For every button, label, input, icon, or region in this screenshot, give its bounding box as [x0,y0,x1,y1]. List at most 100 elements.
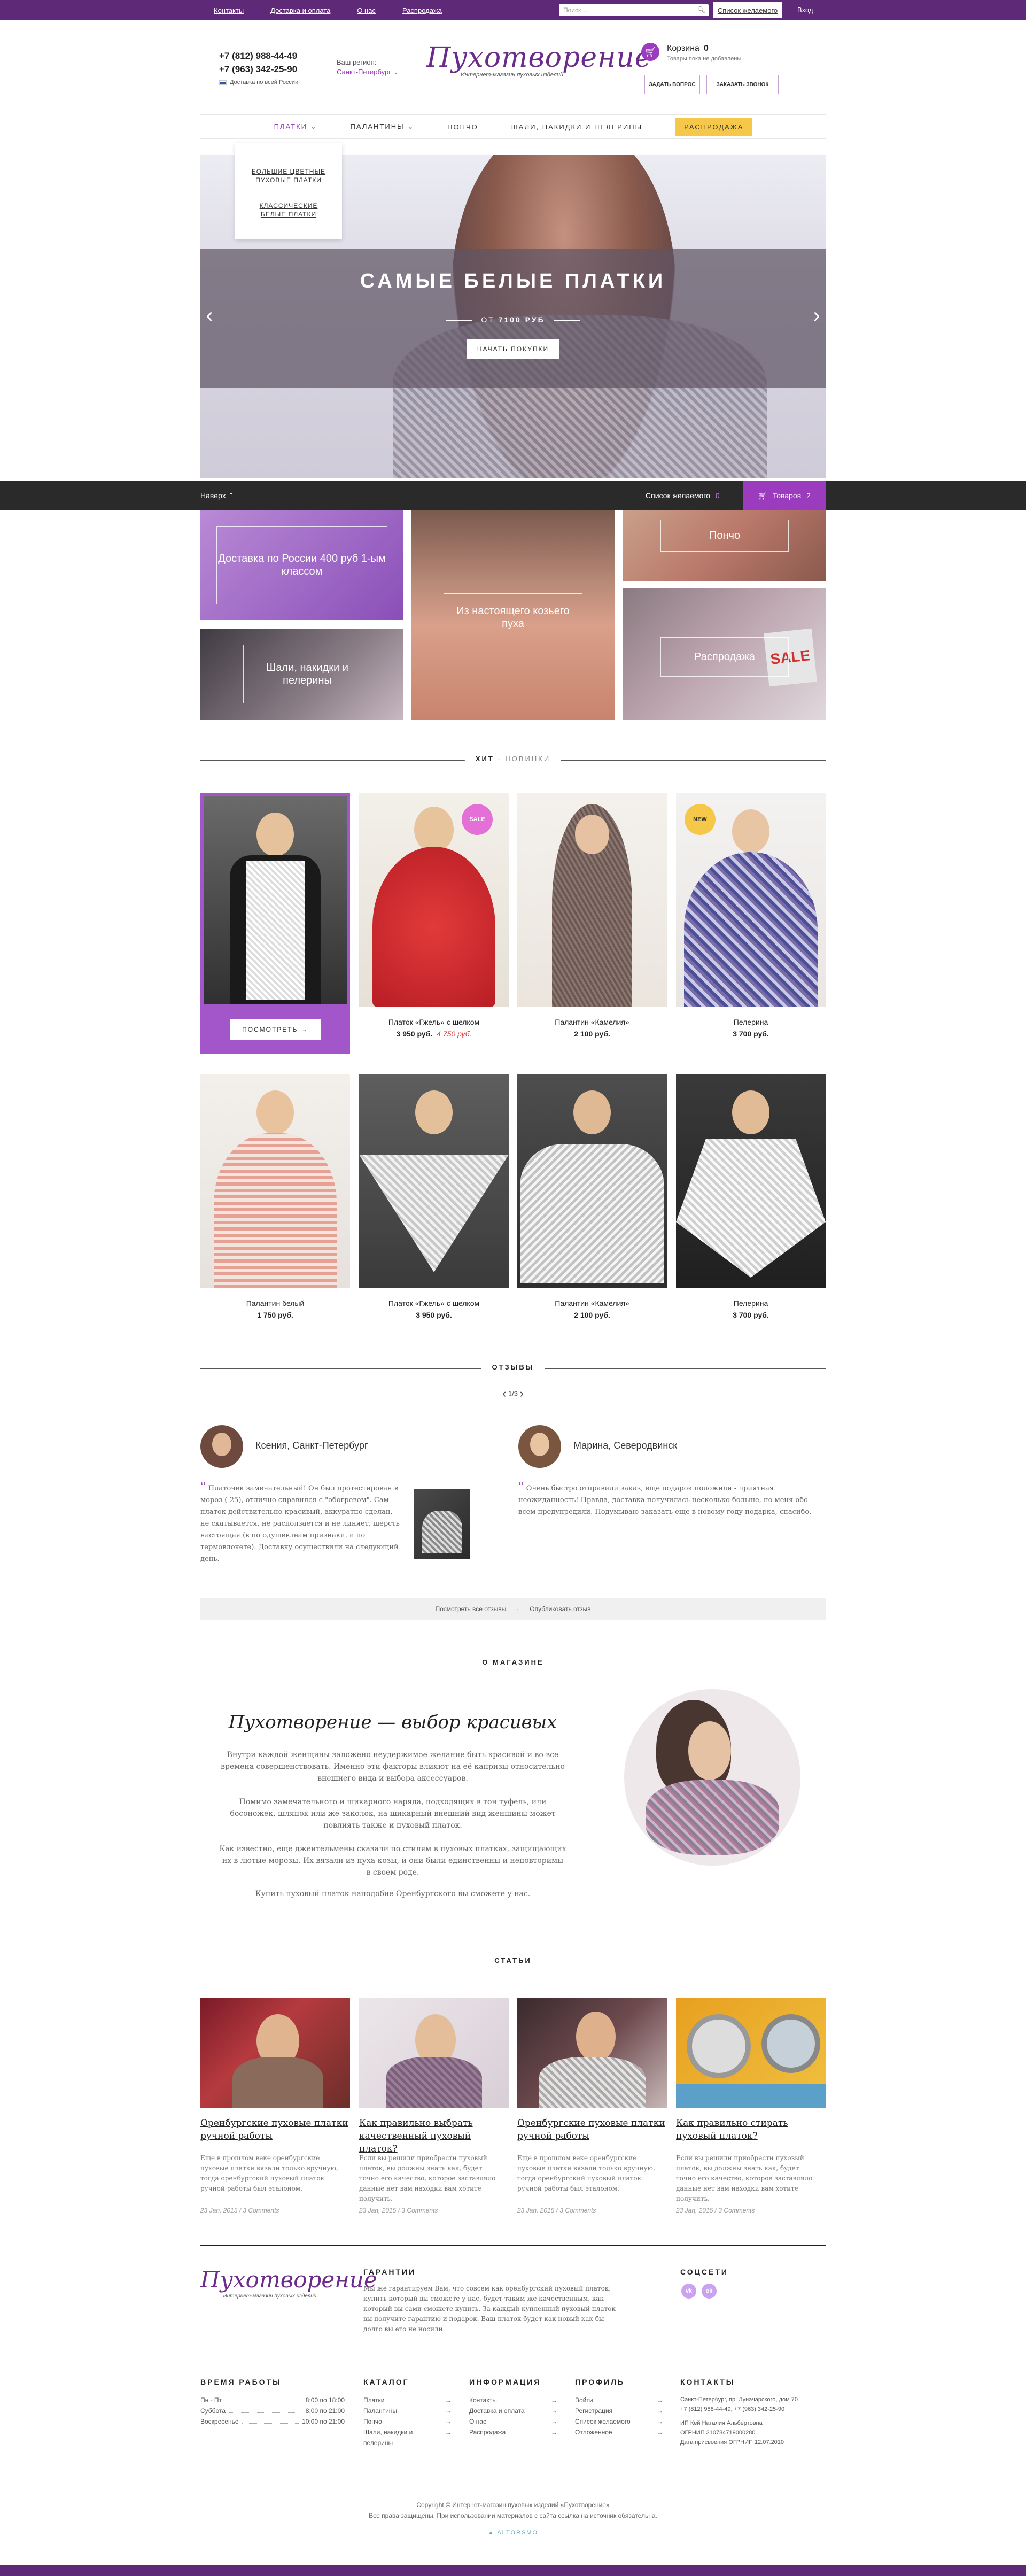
login-link[interactable]: Вход [797,0,813,20]
developer-logo[interactable]: ▲ ALTORSMO [0,2529,1026,2536]
search-icon[interactable]: 🔍︎ [697,6,705,13]
site-logo[interactable]: Пухотворение Интернет-магазин пуховых из… [426,42,651,78]
product-card[interactable]: Палантин «Камелия» 2 100 руб. [517,793,667,1045]
sticky-cart-button[interactable]: 🛒︎ Товаров 2 [743,481,826,510]
product-image[interactable] [676,1074,826,1288]
developer-name: ALTORSMO [497,2529,539,2536]
product-image[interactable] [204,796,347,1004]
chevron-right-icon[interactable]: › [807,299,826,331]
product-card[interactable]: Пелерина 3 700 руб. [676,1074,826,1326]
phone-1[interactable]: +7 (812) 988-44-49 [219,49,297,63]
vk-icon[interactable]: vk [681,2284,696,2299]
phone-block: +7 (812) 988-44-49 +7 (963) 342-25-90 [219,49,297,76]
quote-icon: “ [518,1480,524,1494]
product-card[interactable]: Платок «Гжель» с шелком 3 950 руб. [359,1074,509,1326]
article-image[interactable] [676,1998,826,2108]
top-link-sale[interactable]: Распродажа [402,6,442,14]
product-name[interactable]: Пелерина [676,1299,826,1308]
top-link-delivery[interactable]: Доставка и оплата [270,6,330,14]
product-card[interactable]: NEW Пелерина 3 700 руб. [676,793,826,1045]
scroll-top-label: Наверх [200,491,226,500]
page: Контакты Доставка и оплата О нас Распрод… [0,0,1026,2576]
top-link-about[interactable]: О нас [357,6,376,14]
product-image[interactable] [200,1074,350,1288]
review-photo[interactable] [414,1489,470,1559]
region-value[interactable]: Санкт-Петербург [337,68,391,76]
tab-new[interactable]: НОВИНКИ [505,755,550,763]
all-reviews-link[interactable]: Посмотреть все отзывы [436,1605,507,1613]
product-name[interactable]: Платок «Гжель» с шелком [359,1299,509,1308]
article-image[interactable] [517,1998,667,2108]
product-card-featured[interactable]: ПОСМОТРЕТЬ → [200,793,350,1054]
product-name[interactable]: Палантин «Камелия» [517,1299,667,1308]
promo-delivery[interactable]: Доставка по России 400 руб 1-ым классом [200,510,403,620]
tab-hit[interactable]: ХИТ [476,755,494,763]
article-image[interactable] [359,1998,509,2108]
product-name[interactable]: Палантин «Камелия» [517,1018,667,1026]
sticky-favorites-link[interactable]: Список желаемого 0 [646,481,720,510]
sticky-bar: Наверх ⌃ Список желаемого 0 🛒︎ Товаров 2 [0,481,1026,510]
article-title[interactable]: Оренбургские пуховые платки ручной работ… [200,2117,350,2142]
order-callback-button[interactable]: ЗАКАЗАТЬ ЗВОНОК [706,75,779,94]
chevron-left-icon[interactable]: ‹ [200,299,219,331]
rights-line: Все права защищены. При использовании ма… [369,2512,657,2519]
product-image[interactable] [517,793,667,1007]
nav-item-palantiny[interactable]: ПАЛАНТИНЫ ⌄ [351,122,415,131]
article-title[interactable]: Как правильно выбрать качественный пухов… [359,2117,509,2155]
social-heading: СОЦСЕТИ [680,2268,728,2276]
promo-poncho[interactable]: Пончо [623,510,826,581]
top-link-contacts[interactable]: Контакты [214,6,244,14]
article-meta: 23 Jan, 2015 / 3 Comments [676,2207,755,2214]
white-pelerine [676,1139,826,1278]
cart-icon: 🛒︎ [641,43,659,61]
favorites-link[interactable]: Список желаемого [713,2,782,18]
nav-item-platki[interactable]: ПЛАТКИ ⌄ [274,122,317,131]
chevron-right-icon[interactable]: › [520,1387,524,1400]
view-product-button[interactable]: ПОСМОТРЕТЬ → [230,1019,321,1040]
footer-link[interactable]: Распродажа → [469,2427,557,2438]
product-card[interactable]: Палантин «Камелия» 2 100 руб. [517,1074,667,1326]
promo-sale[interactable]: SALE Распродажа [623,588,826,720]
footer-logo[interactable]: Пухотворение Интернет-магазин пуховых из… [200,2266,377,2299]
footer-link[interactable]: О нас → [469,2416,557,2427]
footer-link[interactable]: Отложенное → [575,2427,663,2438]
product-name[interactable]: Палантин белый [200,1299,350,1308]
product-card[interactable]: SALE Платок «Гжель» с шелком 3 950 руб. 4… [359,793,509,1045]
nav-item-sale[interactable]: РАСПРОДАЖА [675,118,752,136]
search-input[interactable]: Поиск ... 🔍︎ [559,4,709,16]
product-image[interactable] [359,1074,509,1288]
footer-link[interactable]: Регистрация → [575,2405,663,2416]
chevron-left-icon[interactable]: ‹ [502,1387,506,1400]
nav-item-poncho[interactable]: ПОНЧО [447,123,478,131]
footer-link[interactable]: Контакты → [469,2395,557,2405]
footer-link[interactable]: Пончо → [363,2416,452,2427]
footer-link[interactable]: Шали, накидки и пелерины → [363,2427,452,2448]
nav-item-shawls[interactable]: ШАЛИ, НАКИДКИ И ПЕЛЕРИНЫ [511,123,642,131]
start-shopping-button[interactable]: НАЧАТЬ ПОКУПКИ [467,339,559,359]
dropdown-item-colored[interactable]: БОЛЬШИЕ ЦВЕТНЫЕ ПУХОВЫЕ ПЛАТКИ [246,163,331,189]
product-image[interactable]: SALE [359,793,509,1007]
promo-shawls[interactable]: Шали, накидки и пелерины [200,629,403,720]
product-name[interactable]: Пелерина [676,1018,826,1026]
footer-link[interactable]: Палантины → [363,2405,452,2416]
footer-link[interactable]: Доставка и оплата → [469,2405,557,2416]
article-image[interactable] [200,1998,350,2108]
ask-question-button[interactable]: ЗАДАТЬ ВОПРОС [644,75,700,94]
dropdown-item-white[interactable]: КЛАССИЧЕСКИЕ БЕЛЫЕ ПЛАТКИ [246,197,331,223]
product-name[interactable]: Платок «Гжель» с шелком [359,1018,509,1026]
product-image[interactable]: NEW [676,793,826,1007]
phone-2[interactable]: +7 (963) 342-25-90 [219,63,297,76]
contact-phones[interactable]: +7 (812) 988-44-49, +7 (963) 342-25-90 [680,2404,826,2414]
promo-goat-down[interactable]: Из настоящего козьего пуха [411,510,615,720]
footer-link[interactable]: Платки → [363,2395,452,2405]
footer-link-label: Войти [575,2396,593,2404]
scroll-top-link[interactable]: Наверх ⌃ [200,481,234,510]
footer-link[interactable]: Список желаемого → [575,2416,663,2427]
publish-review-link[interactable]: Опубликовать отзыв [530,1605,590,1613]
product-card[interactable]: Палантин белый 1 750 руб. [200,1074,350,1326]
article-title[interactable]: Оренбургские пуховые платки ручной работ… [517,2117,667,2142]
odnoklassniki-icon[interactable]: ok [702,2284,717,2299]
footer-link[interactable]: Войти → [575,2395,663,2405]
article-title[interactable]: Как правильно стирать пуховый платок? [676,2117,826,2142]
product-image[interactable] [517,1074,667,1288]
